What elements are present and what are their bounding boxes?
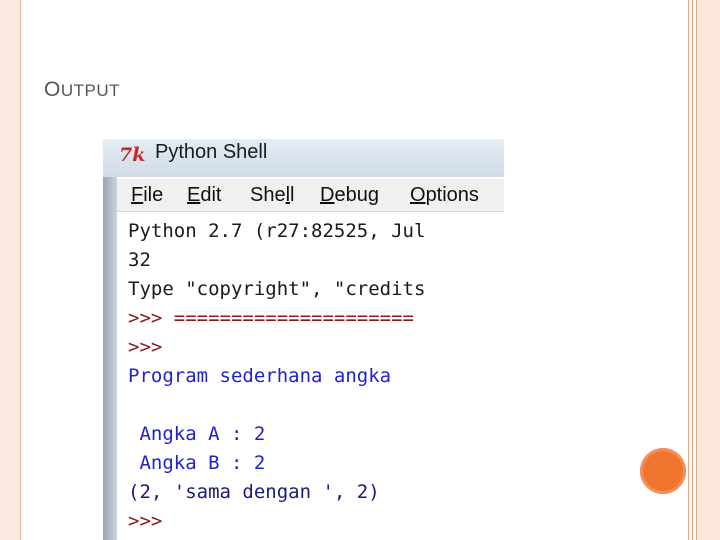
menu-options[interactable]: Options: [410, 179, 479, 211]
shell-text-area[interactable]: Python 2.7 (r27:82525, Jul 32 Type "copy…: [117, 212, 504, 540]
python-shell-window: 7k Python Shell File Edit Shell Debug Op…: [103, 139, 504, 540]
shell-line-prompt: >>>: [128, 336, 163, 358]
window-titlebar[interactable]: 7k Python Shell: [103, 139, 504, 177]
shell-line-output: Angka A : 2: [128, 423, 266, 445]
shell-line-output: (2, 'sama dengan ', 2): [128, 481, 380, 503]
shell-line-output: Angka B : 2: [128, 452, 266, 474]
menu-file[interactable]: File: [131, 179, 163, 211]
slide-title: OUTPUT: [44, 78, 121, 101]
decorative-orange-circle: [640, 448, 686, 494]
shell-line-restart: >>> =====================: [128, 307, 414, 329]
menu-edit-label: dit: [200, 184, 222, 206]
menu-edit[interactable]: Edit: [187, 179, 221, 211]
menu-debug-label: ebug: [334, 184, 379, 206]
menu-file-label: ile: [143, 184, 164, 206]
shell-line-banner: Python 2.7 (r27:82525, Jul: [128, 220, 426, 242]
shell-line-copyright: Type "copyright", "credits: [128, 278, 426, 300]
window-title: Python Shell: [155, 141, 268, 163]
menu-bar: File Edit Shell Debug Options: [117, 179, 504, 212]
menu-shell[interactable]: Shell: [250, 179, 295, 211]
shell-line-prompt: >>>: [128, 510, 163, 532]
window-border: [103, 139, 117, 540]
shell-line-platform: 32: [128, 249, 151, 271]
slide-right-border: [688, 0, 720, 540]
shell-line-output: Program sederhana angka: [128, 365, 392, 387]
menu-options-label: ptions: [425, 184, 479, 206]
menu-debug[interactable]: Debug: [320, 179, 379, 211]
tk-icon: 7k: [119, 144, 146, 166]
slide-left-border: [0, 0, 21, 540]
